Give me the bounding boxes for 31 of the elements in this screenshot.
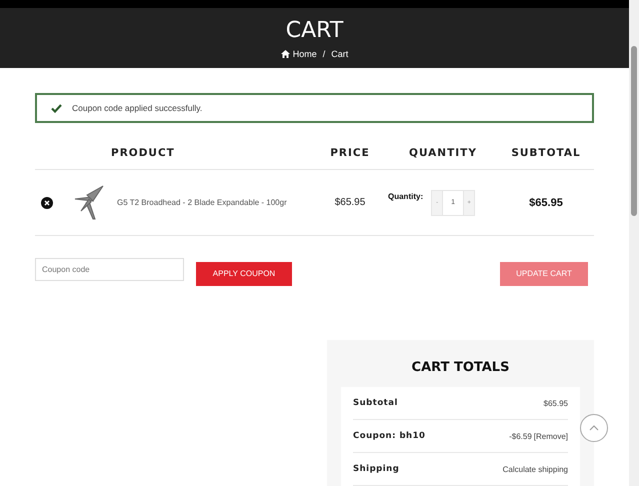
totals-label: Coupon: bh10: [353, 431, 426, 441]
notice-message: Coupon code applied successfully.: [72, 103, 202, 113]
product-price: $65.95: [334, 197, 366, 208]
remove-coupon-link[interactable]: [Remove]: [534, 432, 568, 440]
column-header: QUANTITY: [408, 147, 478, 159]
column-header: SUBTOTAL: [510, 147, 582, 159]
totals-value: $65.95: [544, 398, 568, 408]
breadcrumb-separator: /: [322, 48, 326, 59]
broadhead-drawing: [73, 184, 105, 220]
page-title: CART: [286, 18, 344, 43]
scroll-to-top-button[interactable]: [580, 414, 608, 442]
scrollbar[interactable]: [629, 0, 639, 486]
column-header: PRODUCT: [111, 147, 176, 159]
product-name[interactable]: G5 T2 Broadhead - 2 Blade Expandable - 100gr: [111, 198, 312, 207]
apply-coupon-button[interactable]: APPLY COUPON: [196, 262, 292, 286]
totals-value: -$6.59: [509, 432, 532, 440]
column-header: PRICE: [329, 147, 371, 159]
breadcrumb-current: Cart: [331, 48, 348, 59]
totals-label: Subtotal: [353, 398, 398, 408]
cart-totals-title: CART TOTALS: [410, 360, 510, 375]
checkmark-icon: [51, 104, 62, 112]
product-subtotal: $65.95: [528, 196, 564, 208]
chevron-up-icon: [589, 425, 599, 431]
totals-value: Calculate shipping: [502, 464, 568, 474]
breadcrumb-link[interactable]: Home: [292, 48, 317, 59]
totals-label: Shipping: [353, 464, 400, 474]
home-icon: [280, 50, 290, 58]
quantity-label: Quantity:: [388, 192, 424, 200]
scrollbar-thumb[interactable]: [631, 46, 637, 216]
remove-icon[interactable]: [41, 196, 53, 208]
coupon-field[interactable]: Coupon code: [35, 258, 184, 280]
